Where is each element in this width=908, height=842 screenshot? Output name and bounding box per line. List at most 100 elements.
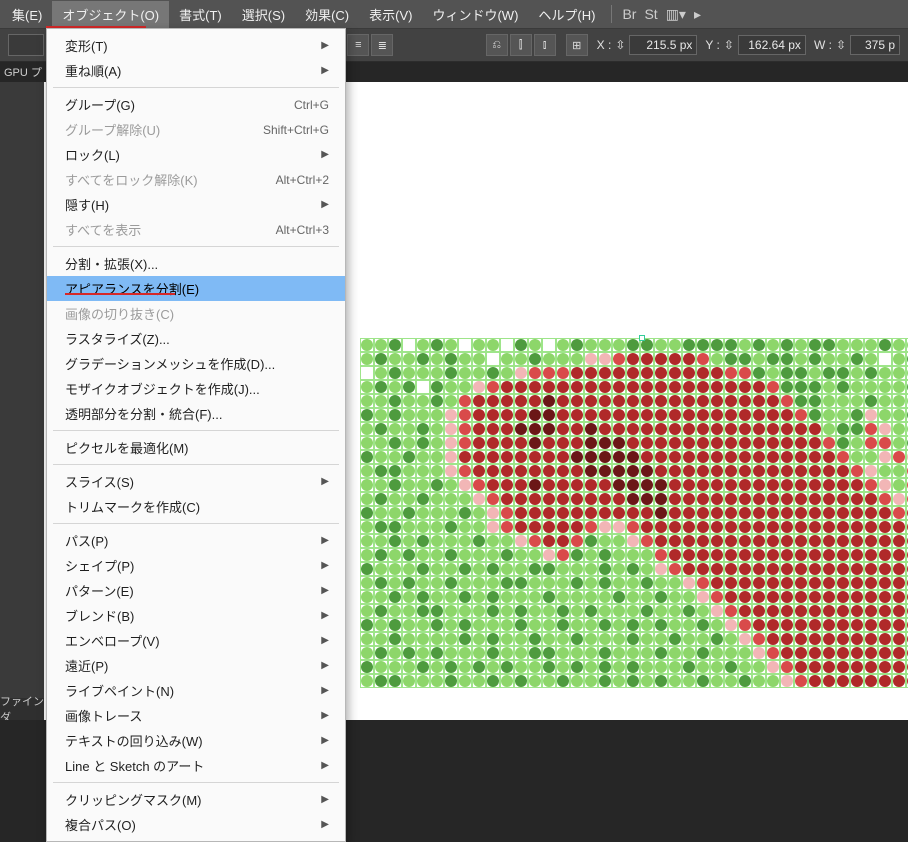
menu-item-トリムマークを作成(C)[interactable]: トリムマークを作成(C)	[47, 494, 345, 519]
stepper-icon[interactable]: ⇳	[836, 38, 846, 52]
mosaic-cell	[878, 352, 892, 366]
menu-item-エンベロープ(V)[interactable]: エンベロープ(V)▶	[47, 628, 345, 653]
menu-item-ロック(L)[interactable]: ロック(L)▶	[47, 142, 345, 167]
menu-item-複合パス(O)[interactable]: 複合パス(O)▶	[47, 812, 345, 837]
x-input[interactable]	[629, 35, 697, 55]
mosaic-cell	[612, 548, 626, 562]
menu-item-ライブペイント(N)[interactable]: ライブペイント(N)▶	[47, 678, 345, 703]
menu-効果(C)[interactable]: 効果(C)	[295, 1, 359, 28]
mosaic-cell	[654, 632, 668, 646]
menu-item-隠す(H)[interactable]: 隠す(H)▶	[47, 192, 345, 217]
menubar: 集(E)オブジェクト(O)書式(T)選択(S)効果(C)表示(V)ウィンドウ(W…	[0, 0, 908, 28]
y-input[interactable]	[738, 35, 806, 55]
menu-item-モザイクオブジェクトを作成(J)...[interactable]: モザイクオブジェクトを作成(J)...	[47, 376, 345, 401]
pathfinder-tab[interactable]: ファインダ	[0, 698, 44, 720]
fill-swatch[interactable]	[8, 34, 44, 56]
menu-item-ラスタライズ(Z)...[interactable]: ラスタライズ(Z)...	[47, 326, 345, 351]
menu-ヘルプ(H)[interactable]: ヘルプ(H)	[528, 1, 605, 28]
distribute-button[interactable]: ⫿	[510, 34, 532, 56]
submenu-arrow-icon: ▶	[321, 610, 329, 621]
bridge-icon[interactable]: Br	[618, 6, 640, 22]
distribute-button[interactable]: ⎌	[486, 34, 508, 56]
menu-選択(S)[interactable]: 選択(S)	[232, 1, 295, 28]
mosaic-cell	[528, 506, 542, 520]
mosaic-cell	[430, 674, 444, 688]
menu-書式(T)[interactable]: 書式(T)	[169, 1, 232, 28]
menu-item-画像トレース[interactable]: 画像トレース▶	[47, 703, 345, 728]
menu-item-Line と Sketch のアート[interactable]: Line と Sketch のアート▶	[47, 753, 345, 778]
mosaic-cell	[682, 632, 696, 646]
stock-icon[interactable]: St	[640, 6, 661, 22]
menu-item-ピクセルを最適化(M)[interactable]: ピクセルを最適化(M)	[47, 435, 345, 460]
menu-item-テキストの回り込み(W)[interactable]: テキストの回り込み(W)▶	[47, 728, 345, 753]
mosaic-cell	[458, 506, 472, 520]
mosaic-cell	[402, 534, 416, 548]
grid-icon[interactable]: ⊞	[566, 34, 588, 56]
mosaic-cell	[878, 660, 892, 674]
menu-item-パス(P)[interactable]: パス(P)▶	[47, 528, 345, 553]
menu-item-ブレンド(B)[interactable]: ブレンド(B)▶	[47, 603, 345, 628]
menu-表示(V)[interactable]: 表示(V)	[359, 1, 422, 28]
stepper-icon[interactable]: ⇳	[615, 38, 625, 52]
menu-item-クリッピングマスク(M)[interactable]: クリッピングマスク(M)▶	[47, 787, 345, 812]
menu-item-変形(T)[interactable]: 変形(T)▶	[47, 33, 345, 58]
distribute-button[interactable]: ⫾	[534, 34, 556, 56]
menu-item-グループ(G)[interactable]: グループ(G)Ctrl+G	[47, 92, 345, 117]
mosaic-cell	[836, 380, 850, 394]
stepper-icon[interactable]: ⇳	[724, 38, 734, 52]
selection-handle[interactable]	[639, 335, 645, 341]
mosaic-cell	[374, 520, 388, 534]
mosaic-cell	[766, 674, 780, 688]
layout-icon[interactable]: ▥▾	[662, 6, 690, 23]
mosaic-cell	[416, 464, 430, 478]
mosaic-cell	[738, 338, 752, 352]
mosaic-cell	[724, 604, 738, 618]
menu-集(E)[interactable]: 集(E)	[2, 1, 52, 28]
menu-item-スライス(S)[interactable]: スライス(S)▶	[47, 469, 345, 494]
mosaic-cell	[710, 646, 724, 660]
mosaic-cell	[780, 548, 794, 562]
mosaic-cell	[836, 436, 850, 450]
mosaic-cell	[752, 352, 766, 366]
align-button[interactable]: ≡	[347, 34, 369, 56]
mosaic-cell	[640, 604, 654, 618]
mosaic-cell	[668, 520, 682, 534]
w-input[interactable]	[850, 35, 900, 55]
mosaic-cell	[752, 604, 766, 618]
menu-item-透明部分を分割・統合(F)...[interactable]: 透明部分を分割・統合(F)...	[47, 401, 345, 426]
search-icon[interactable]: ▸	[690, 6, 705, 23]
menu-オブジェクト(O)[interactable]: オブジェクト(O)	[52, 1, 169, 28]
mosaic-cell	[584, 394, 598, 408]
menu-item-分割・拡張(X)...[interactable]: 分割・拡張(X)...	[47, 251, 345, 276]
mosaic-cell	[724, 618, 738, 632]
mosaic-cell	[542, 408, 556, 422]
mosaic-cell	[738, 436, 752, 450]
mosaic-cell	[850, 380, 864, 394]
mosaic-cell	[486, 520, 500, 534]
menu-item-シェイプ(P)[interactable]: シェイプ(P)▶	[47, 553, 345, 578]
mosaic-cell	[458, 352, 472, 366]
menu-item-重ね順(A)[interactable]: 重ね順(A)▶	[47, 58, 345, 83]
align-button[interactable]: ≣	[371, 34, 393, 56]
mosaic-cell	[360, 520, 374, 534]
mosaic-cell	[654, 352, 668, 366]
mosaic-cell	[542, 394, 556, 408]
mosaic-cell	[374, 338, 388, 352]
menu-ウィンドウ(W)[interactable]: ウィンドウ(W)	[422, 1, 528, 28]
menu-item-アピアランスを分割(E)[interactable]: アピアランスを分割(E)	[47, 276, 345, 301]
tools-panel[interactable]	[0, 82, 44, 720]
menu-separator	[53, 87, 339, 88]
mosaic-cell	[682, 422, 696, 436]
mosaic-cell	[444, 338, 458, 352]
mosaic-cell	[668, 478, 682, 492]
mosaic-cell	[528, 394, 542, 408]
x-label: X :	[597, 38, 612, 52]
menu-item-遠近(P)[interactable]: 遠近(P)▶	[47, 653, 345, 678]
menu-item-label: パス(P)	[65, 531, 108, 550]
mosaic-cell	[374, 576, 388, 590]
mosaic-artwork[interactable]	[360, 338, 908, 688]
mosaic-cell	[738, 478, 752, 492]
menu-item-グラデーションメッシュを作成(D)...[interactable]: グラデーションメッシュを作成(D)...	[47, 351, 345, 376]
menu-item-パターン(E)[interactable]: パターン(E)▶	[47, 578, 345, 603]
mosaic-cell	[444, 422, 458, 436]
